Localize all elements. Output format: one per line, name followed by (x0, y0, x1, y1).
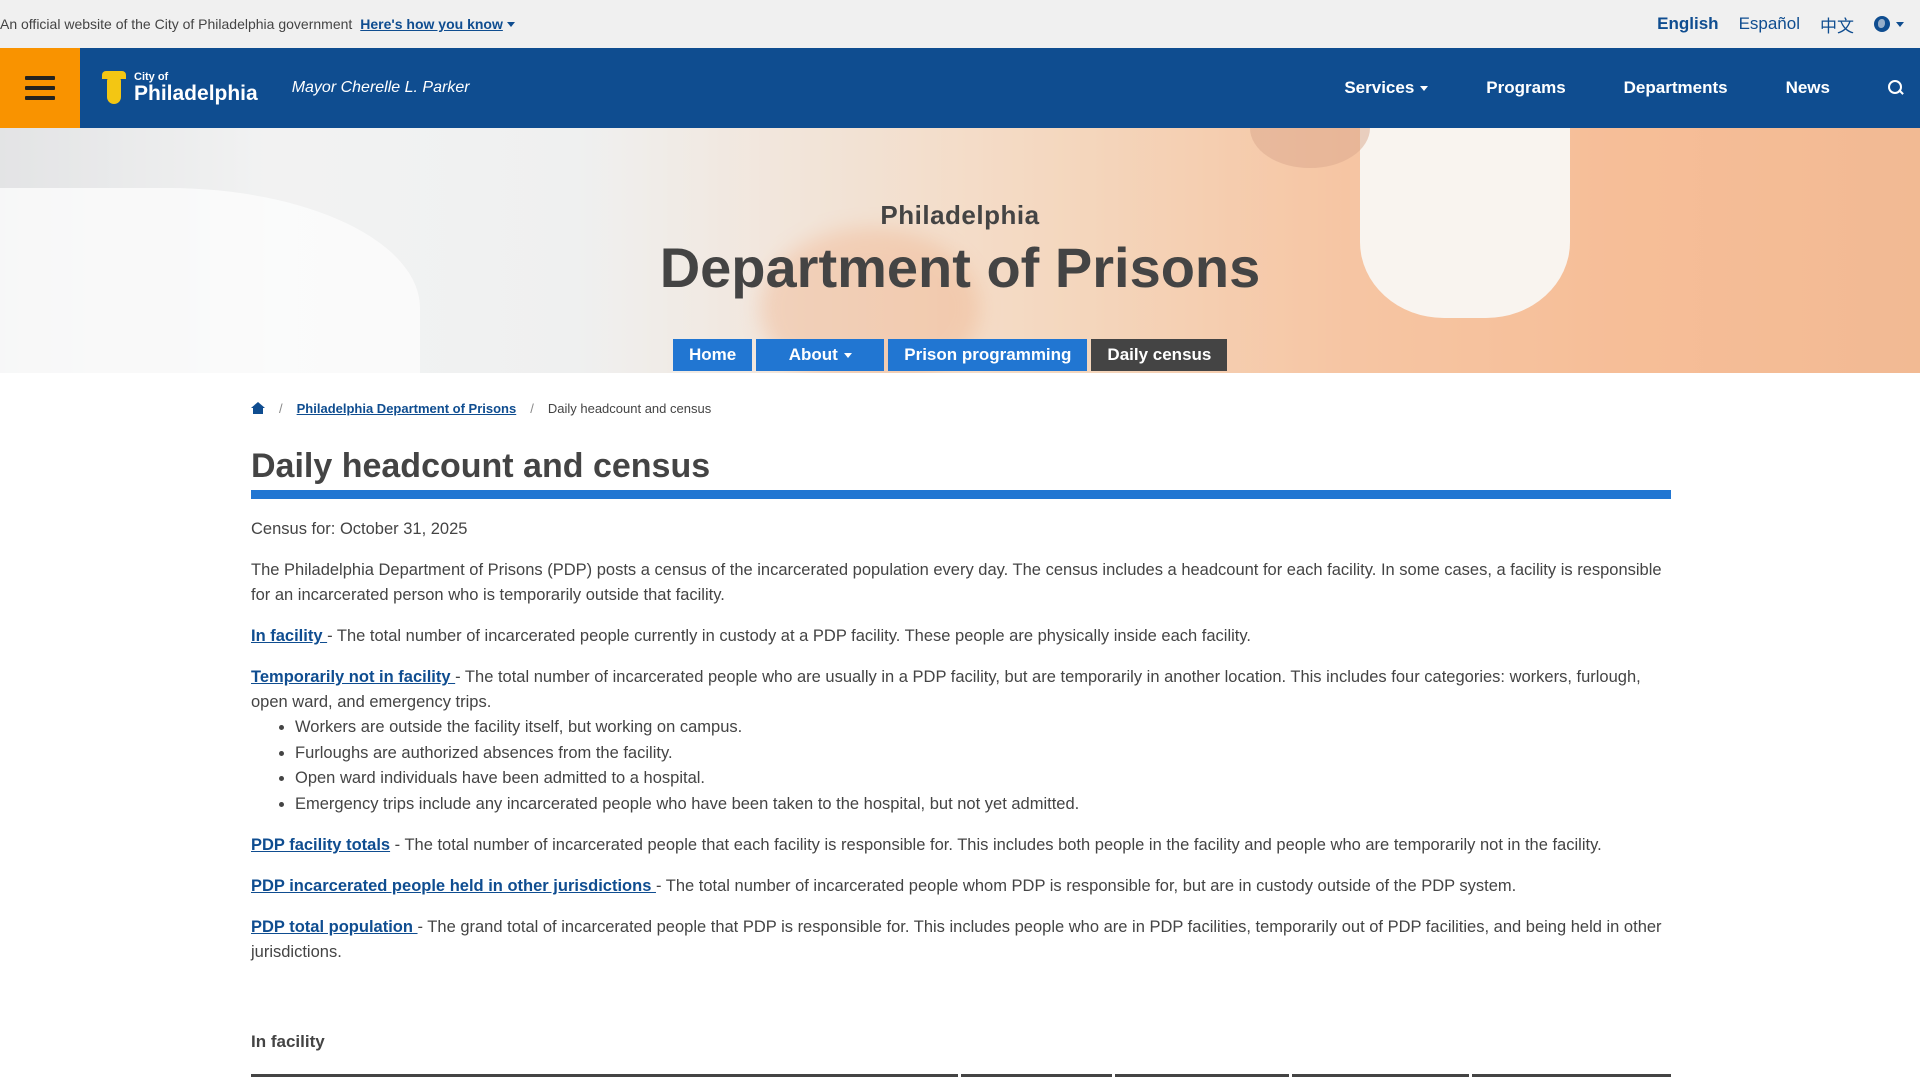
department-subnav: Home About Prison programming Daily cens… (673, 339, 1228, 371)
language-selector: English Español 中文 (1657, 12, 1920, 37)
page-body: Census for: October 31, 2025 The Philade… (251, 517, 1671, 1077)
official-banner: An official website of the City of Phila… (0, 0, 1920, 48)
official-text: An official website of the City of Phila… (0, 16, 353, 32)
table-column-border (1114, 1074, 1290, 1077)
pdp-total-population-link[interactable]: PDP total population (251, 918, 418, 936)
definition-text: - The grand total of incarcerated people… (251, 918, 1662, 961)
more-languages-button[interactable] (1874, 16, 1904, 32)
table-column-border (961, 1074, 1112, 1077)
definition-text: - The total number of incarcerated peopl… (327, 627, 1251, 645)
list-item: Emergency trips include any incarcerated… (295, 792, 1671, 818)
search-icon[interactable] (1888, 80, 1904, 96)
subnav-home[interactable]: Home (673, 339, 753, 371)
subnav-about[interactable]: About (756, 339, 885, 371)
hero-title: Department of Prisons (659, 236, 1261, 299)
definition-pdp-facility-totals: PDP facility totals - The total number o… (251, 833, 1671, 858)
liberty-bell-icon (100, 69, 128, 107)
globe-icon (1874, 16, 1890, 32)
section-title-in-facility: In facility (251, 1032, 325, 1051)
breadcrumb-current: Daily headcount and census (547, 400, 712, 416)
breadcrumb-separator: / (279, 400, 283, 416)
pdp-facility-totals-link[interactable]: PDP facility totals (251, 836, 390, 854)
subnav-about-label: About (788, 345, 838, 364)
in-facility-link[interactable]: In facility (251, 627, 327, 645)
nav-programs[interactable]: Programs (1486, 78, 1565, 98)
how-you-know-link[interactable]: Here's how you know (360, 16, 515, 32)
definition-other-jurisdictions: PDP incarcerated people held in other ju… (251, 874, 1671, 899)
hero-banner: Philadelphia Department of Prisons Home … (0, 128, 1920, 373)
how-you-know-label: Here's how you know (360, 16, 503, 32)
definition-text: - The total number of incarcerated peopl… (251, 668, 1641, 711)
list-item: Workers are outside the facility itself,… (295, 715, 1671, 741)
nav-services[interactable]: Services (1344, 78, 1429, 98)
language-chinese[interactable]: 中文 (1820, 12, 1854, 37)
menu-button[interactable] (0, 48, 80, 128)
census-date: Census for: October 31, 2025 (251, 520, 468, 538)
city-logo[interactable]: City of Philadelphia (100, 69, 258, 107)
hamburger-icon (25, 76, 55, 80)
hero-heading: Philadelphia Department of Prisons (0, 200, 1920, 300)
chevron-down-icon (1896, 21, 1904, 27)
nav-news[interactable]: News (1786, 78, 1830, 98)
definition-text: - The total number of incarcerated peopl… (655, 877, 1517, 895)
chevron-down-icon (843, 352, 852, 358)
breadcrumb-parent-link[interactable]: Philadelphia Department of Prisons (297, 401, 517, 416)
intro-paragraph: The Philadelphia Department of Prisons (… (251, 561, 1662, 604)
chevron-down-icon (1420, 85, 1429, 91)
nav-departments[interactable]: Departments (1624, 78, 1728, 98)
table-header-border (251, 1074, 1671, 1077)
category-list: Workers are outside the facility itself,… (295, 715, 1671, 817)
definition-temporarily-not-in-facility: Temporarily not in facility - The total … (251, 665, 1671, 715)
definition-text: - The total number of incarcerated peopl… (390, 836, 1602, 854)
subnav-daily-census[interactable]: Daily census (1091, 339, 1228, 371)
table-column-border (1471, 1074, 1671, 1077)
language-english[interactable]: English (1657, 14, 1718, 34)
chevron-down-icon (506, 21, 515, 27)
list-item: Furloughs are authorized absences from t… (295, 741, 1671, 767)
home-icon[interactable] (251, 402, 265, 414)
table-column-border (251, 1074, 959, 1077)
list-item: Open ward individuals have been admitted… (295, 766, 1671, 792)
breadcrumb-separator: / (530, 400, 534, 416)
other-jurisdictions-link[interactable]: PDP incarcerated people held in other ju… (251, 877, 656, 895)
site-header: City of Philadelphia Mayor Cherelle L. P… (0, 48, 1920, 128)
main-content: / Philadelphia Department of Prisons / D… (251, 393, 1671, 1077)
official-notice: An official website of the City of Phila… (0, 16, 515, 32)
nav-services-label: Services (1344, 78, 1415, 97)
main-nav: Services Programs Departments News (1286, 48, 1920, 128)
logo-big-text: Philadelphia (134, 82, 258, 105)
mayor-name[interactable]: Mayor Cherelle L. Parker (292, 79, 470, 97)
language-spanish[interactable]: Español (1739, 14, 1800, 34)
definition-in-facility: In facility - The total number of incarc… (251, 624, 1671, 649)
subnav-prison-programming[interactable]: Prison programming (888, 339, 1088, 371)
definition-pdp-total-population: PDP total population - The grand total o… (251, 915, 1671, 965)
hero-subtitle: Philadelphia (880, 200, 1040, 230)
breadcrumb: / Philadelphia Department of Prisons / D… (251, 393, 1671, 423)
table-column-border (1292, 1074, 1469, 1077)
page-title: Daily headcount and census (251, 447, 1671, 499)
temporarily-not-in-facility-link[interactable]: Temporarily not in facility (251, 668, 455, 686)
